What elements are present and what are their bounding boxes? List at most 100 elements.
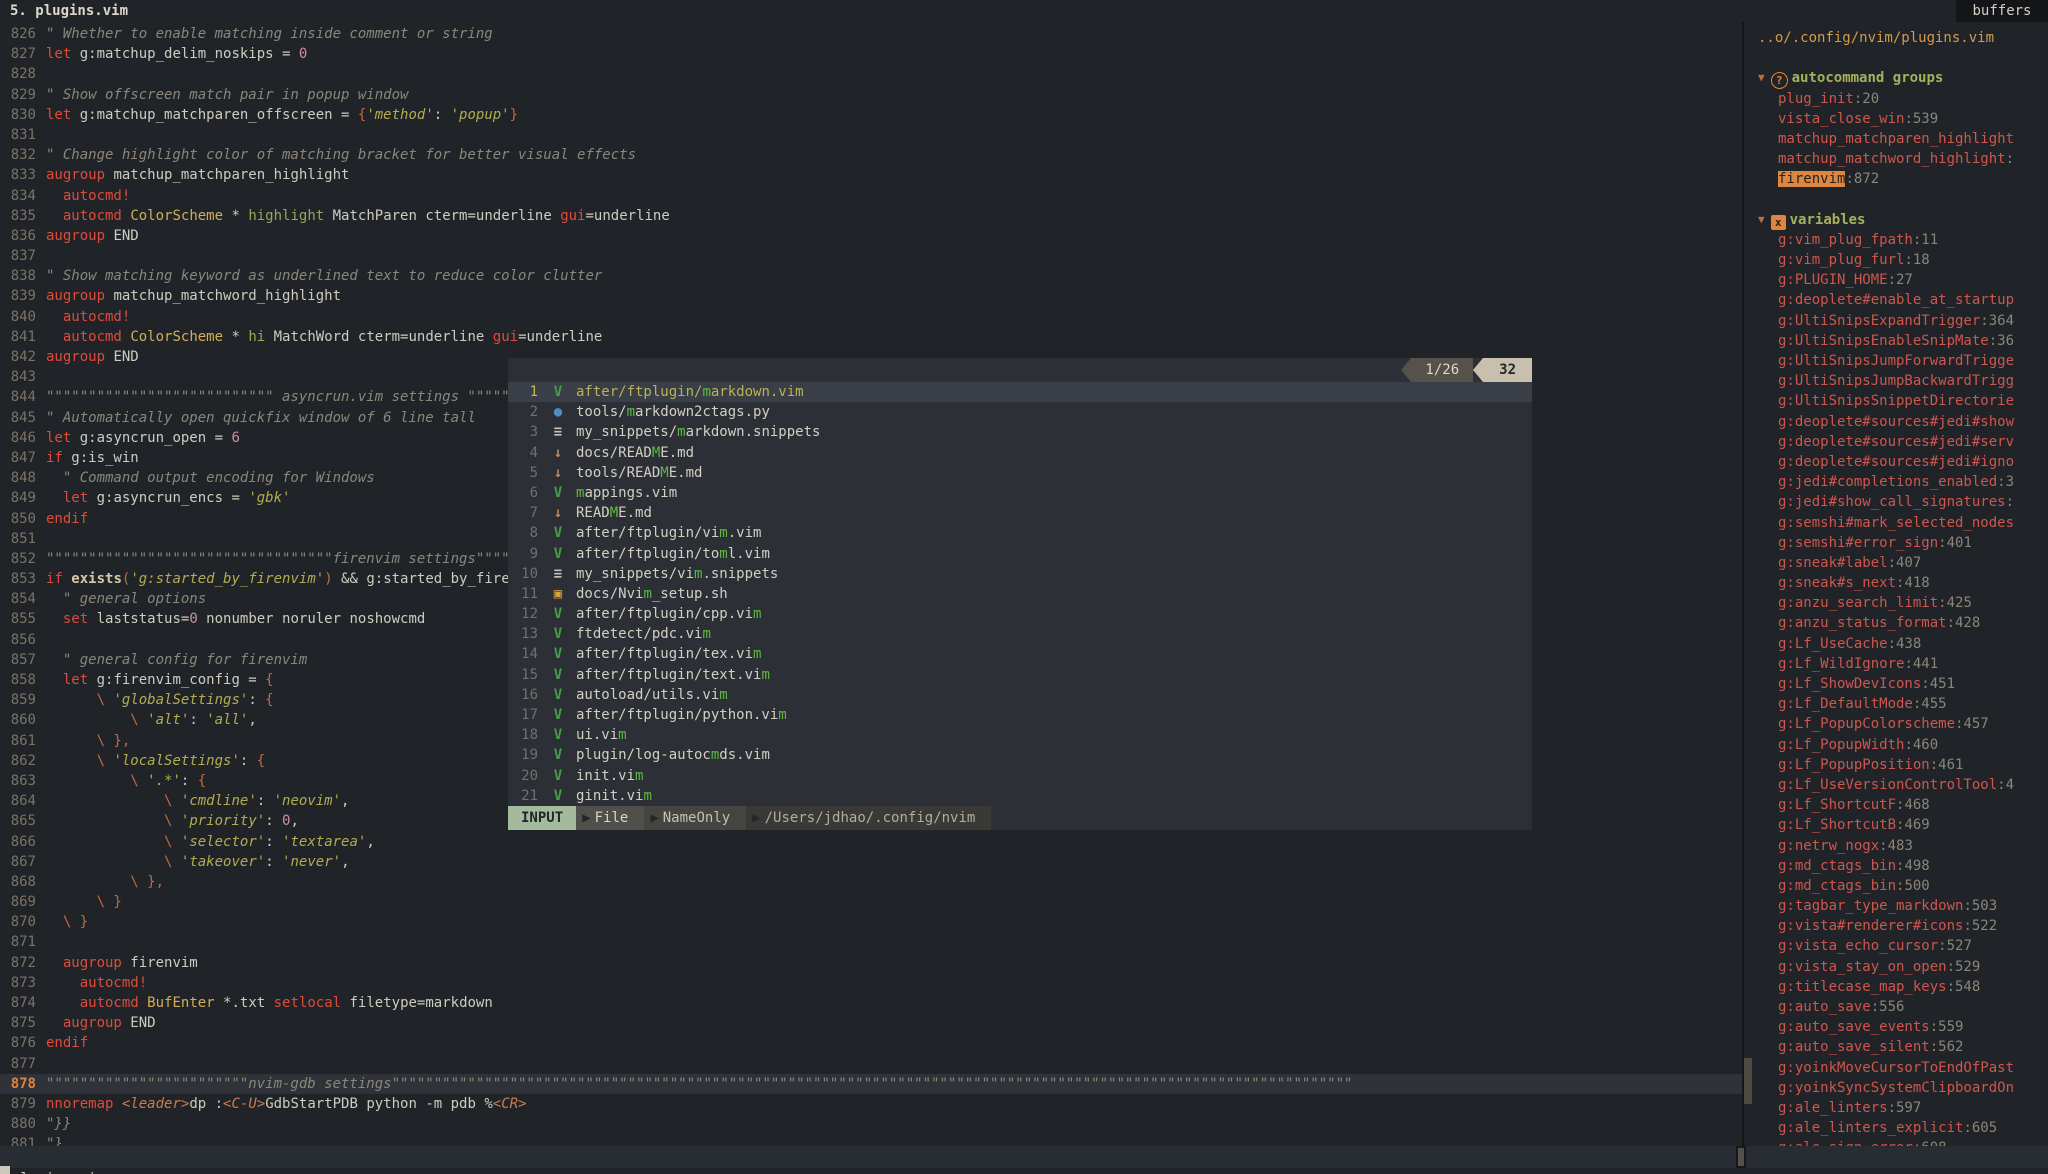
vista-section-header[interactable]: ▼xvariables — [1744, 210, 2048, 230]
vista-tag-item[interactable]: g:vim_plug_furl:18 — [1744, 250, 2048, 270]
vista-tag-item[interactable]: g:UltiSnipsExpandTrigger:364 — [1744, 311, 2048, 331]
sidebar-scrollbar-thumb[interactable] — [1744, 1058, 1752, 1104]
code-line[interactable]: 879nnoremap <leader>dp :<C-U>GdbStartPDB… — [0, 1094, 1742, 1114]
file-result-item[interactable]: 12Vafter/ftplugin/cpp.vim — [508, 604, 1532, 624]
vista-tag-item[interactable]: g:Lf_UseVersionControlTool:4 — [1744, 775, 2048, 795]
code-line[interactable]: 841 autocmd ColorScheme * hi MatchWord c… — [0, 327, 1742, 347]
vista-tag-item[interactable]: vista_close_win:539 — [1744, 109, 2048, 129]
code-line[interactable]: 881"} — [0, 1134, 1742, 1146]
vista-tag-item[interactable]: g:UltiSnipsJumpForwardTrigge — [1744, 351, 2048, 371]
vista-tag-item[interactable]: g:Lf_UseCache:438 — [1744, 634, 2048, 654]
vista-tag-item[interactable]: g:anzu_status_format:428 — [1744, 613, 2048, 633]
vista-tag-item[interactable]: g:vista#renderer#icons:522 — [1744, 916, 2048, 936]
file-result-item[interactable]: 7↓README.md — [508, 503, 1532, 523]
vista-tag-item[interactable]: g:Lf_ShortcutF:468 — [1744, 795, 2048, 815]
vista-tag-item[interactable]: g:vim_plug_fpath:11 — [1744, 230, 2048, 250]
code-line[interactable]: 880"}} — [0, 1114, 1742, 1134]
code-line[interactable]: 832" Change highlight color of matching … — [0, 145, 1742, 165]
code-line[interactable]: 839augroup matchup_matchword_highlight — [0, 286, 1742, 306]
vista-tag-item[interactable]: g:sneak#s_next:418 — [1744, 573, 2048, 593]
vista-tag-item[interactable]: g:jedi#show_call_signatures: — [1744, 492, 2048, 512]
vista-tag-item[interactable]: g:Lf_WildIgnore:441 — [1744, 654, 2048, 674]
vista-tag-item[interactable]: plug_init:20 — [1744, 89, 2048, 109]
file-result-item[interactable]: 2●tools/markdown2ctags.py — [508, 402, 1532, 422]
code-line[interactable]: 867 \ 'takeover': 'never', — [0, 852, 1742, 872]
code-line[interactable]: 837 — [0, 246, 1742, 266]
vista-tag-item[interactable]: g:Lf_PopupPosition:461 — [1744, 755, 2048, 775]
code-line[interactable]: 830let g:matchup_matchparen_offscreen = … — [0, 105, 1742, 125]
file-result-item[interactable]: 4↓docs/README.md — [508, 443, 1532, 463]
vista-tag-item[interactable]: g:deoplete#sources#jedi#serv — [1744, 432, 2048, 452]
file-result-item[interactable]: 20Vinit.vim — [508, 766, 1532, 786]
code-line[interactable]: 868 \ }, — [0, 872, 1742, 892]
file-result-item[interactable]: 10≡my_snippets/vim.snippets — [508, 564, 1532, 584]
chevron-down-icon[interactable]: ▼ — [1758, 213, 1765, 226]
code-line[interactable]: 869 \ } — [0, 892, 1742, 912]
code-line[interactable]: 831 — [0, 125, 1742, 145]
code-line[interactable]: 829" Show offscreen match pair in popup … — [0, 85, 1742, 105]
code-line[interactable]: 872 augroup firenvim — [0, 953, 1742, 973]
file-result-item[interactable]: 8Vafter/ftplugin/vim.vim — [508, 523, 1532, 543]
file-result-item[interactable]: 21Vginit.vim — [508, 786, 1532, 806]
vista-section-header[interactable]: ▼?autocommand groups — [1744, 68, 2048, 88]
file-result-item[interactable]: 3≡my_snippets/markdown.snippets — [508, 422, 1532, 442]
file-result-item[interactable]: 16Vautoload/utils.vim — [508, 685, 1532, 705]
vista-tag-item[interactable]: g:sneak#label:407 — [1744, 553, 2048, 573]
code-line[interactable]: 877 — [0, 1054, 1742, 1074]
vista-tag-item[interactable]: g:deoplete#enable_at_startup — [1744, 290, 2048, 310]
vista-tag-item[interactable]: g:titlecase_map_keys:548 — [1744, 977, 2048, 997]
vista-tag-item[interactable]: g:deoplete#sources#jedi#igno — [1744, 452, 2048, 472]
file-result-item[interactable]: 19Vplugin/log-autocmds.vim — [508, 745, 1532, 765]
code-line[interactable]: 836augroup END — [0, 226, 1742, 246]
code-line[interactable]: 874 autocmd BufEnter *.txt setlocal file… — [0, 993, 1742, 1013]
code-line[interactable]: 873 autocmd! — [0, 973, 1742, 993]
file-result-item[interactable]: 6Vmappings.vim — [508, 483, 1532, 503]
vista-tag-item[interactable]: g:deoplete#sources#jedi#show — [1744, 412, 2048, 432]
vista-tag-item[interactable]: g:auto_save_silent:562 — [1744, 1037, 2048, 1057]
vista-tag-item[interactable]: g:anzu_search_limit:425 — [1744, 593, 2048, 613]
vista-tag-item[interactable]: g:ale_sign_error:608 — [1744, 1138, 2048, 1146]
vista-tag-item[interactable]: g:auto_save_events:559 — [1744, 1017, 2048, 1037]
vista-tag-item[interactable]: g:Lf_PopupColorscheme:457 — [1744, 714, 2048, 734]
vista-tag-item[interactable]: g:auto_save:556 — [1744, 997, 2048, 1017]
code-line[interactable]: 833augroup matchup_matchparen_highlight — [0, 165, 1742, 185]
code-line[interactable]: 866 \ 'selector': 'textarea', — [0, 832, 1742, 852]
code-line[interactable]: 827let g:matchup_delim_noskips = 0 — [0, 44, 1742, 64]
vista-tag-item[interactable]: g:ale_linters:597 — [1744, 1098, 2048, 1118]
file-result-item[interactable]: 18Vui.vim — [508, 725, 1532, 745]
vista-tag-item[interactable]: g:Lf_DefaultMode:455 — [1744, 694, 2048, 714]
code-line[interactable]: 835 autocmd ColorScheme * highlight Matc… — [0, 206, 1742, 226]
chevron-down-icon[interactable]: ▼ — [1758, 71, 1765, 84]
vista-tag-item[interactable]: g:yoinkSyncSystemClipboardOn — [1744, 1078, 2048, 1098]
code-line[interactable]: 878""""""""""""""""""""""""nvim-gdb sett… — [0, 1074, 1742, 1094]
buffers-tab-label[interactable]: buffers — [1956, 0, 2048, 22]
vista-tag-item[interactable]: matchup_matchparen_highlight — [1744, 129, 2048, 149]
vista-tag-item[interactable]: g:md_ctags_bin:498 — [1744, 856, 2048, 876]
file-result-item[interactable]: 14Vafter/ftplugin/tex.vim — [508, 644, 1532, 664]
file-result-item[interactable]: 11▣docs/Nvim_setup.sh — [508, 584, 1532, 604]
file-result-item[interactable]: 1Vafter/ftplugin/markdown.vim — [508, 382, 1532, 402]
vista-tag-item[interactable]: g:UltiSnipsEnableSnipMate:36 — [1744, 331, 2048, 351]
code-line[interactable]: 828 — [0, 64, 1742, 84]
file-result-item[interactable]: 17Vafter/ftplugin/python.vim — [508, 705, 1532, 725]
file-result-item[interactable]: 13Vftdetect/pdc.vim — [508, 624, 1532, 644]
leaderf-prompt-row[interactable]: >>> m 1/26 32 — [508, 358, 1532, 382]
code-line[interactable]: 876endif — [0, 1033, 1742, 1053]
file-result-item[interactable]: 9Vafter/ftplugin/toml.vim — [508, 544, 1532, 564]
vista-tag-item[interactable]: matchup_matchword_highlight: — [1744, 149, 2048, 169]
code-line[interactable]: 870 \ } — [0, 912, 1742, 932]
vista-tag-item[interactable]: g:semshi#mark_selected_nodes — [1744, 513, 2048, 533]
code-line[interactable]: 834 autocmd! — [0, 186, 1742, 206]
code-line[interactable]: 838" Show matching keyword as underlined… — [0, 266, 1742, 286]
vista-tag-item[interactable]: g:vista_stay_on_open:529 — [1744, 957, 2048, 977]
vista-tag-item[interactable]: g:jedi#completions_enabled:3 — [1744, 472, 2048, 492]
vista-tag-item[interactable]: g:netrw_nogx:483 — [1744, 836, 2048, 856]
vista-tag-item[interactable]: g:PLUGIN_HOME:27 — [1744, 270, 2048, 290]
code-line[interactable]: 871 — [0, 932, 1742, 952]
code-line[interactable]: 875 augroup END — [0, 1013, 1742, 1033]
file-result-item[interactable]: 5↓tools/README.md — [508, 463, 1532, 483]
vista-tag-item[interactable]: g:semshi#error_sign:401 — [1744, 533, 2048, 553]
tab-active-plugins-vim[interactable]: 5. plugins.vim — [10, 0, 128, 22]
vista-tag-item[interactable]: g:yoinkMoveCursorToEndOfPast — [1744, 1058, 2048, 1078]
vista-tag-item[interactable]: g:md_ctags_bin:500 — [1744, 876, 2048, 896]
